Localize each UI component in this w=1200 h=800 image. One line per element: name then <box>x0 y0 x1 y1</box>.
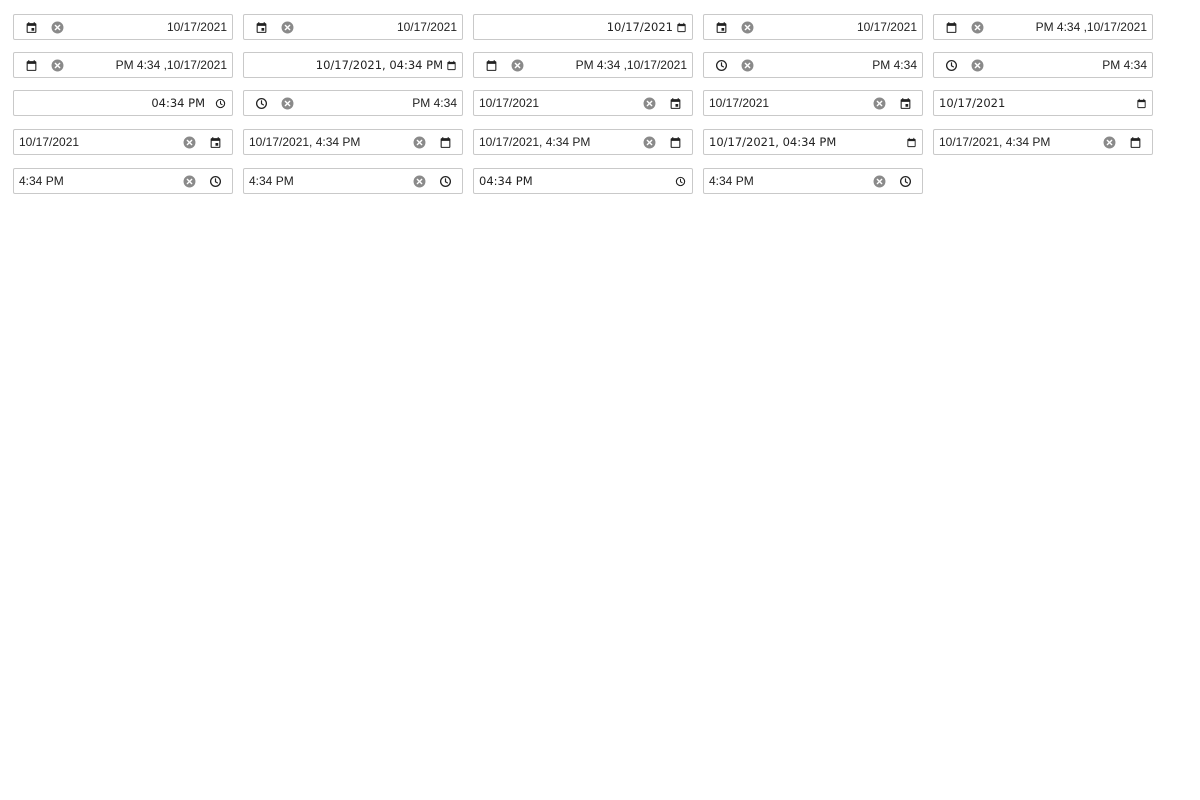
field-value: PM 4:34 <box>412 96 457 110</box>
clear-icon[interactable] <box>1100 133 1118 151</box>
calendar-today-icon[interactable] <box>252 18 270 36</box>
clear-icon[interactable] <box>278 94 296 112</box>
clear-icon[interactable] <box>410 133 428 151</box>
clock-icon[interactable] <box>712 56 730 74</box>
clear-icon[interactable] <box>410 172 428 190</box>
field-value: 10/17/2021 <box>939 96 1006 110</box>
native-date-input-rtl[interactable]: 10/17/2021 <box>473 14 693 40</box>
field-value: 10/17/2021 <box>166 20 227 34</box>
clear-icon[interactable] <box>508 56 526 74</box>
field-value: PM 4:34 ,10/17/2021 <box>575 58 687 72</box>
clear-icon[interactable] <box>180 133 198 151</box>
clock-icon[interactable] <box>213 94 227 112</box>
date-picker-ltr-3[interactable]: 10/17/2021 <box>13 129 233 155</box>
clock-icon[interactable] <box>436 172 454 190</box>
clock-icon[interactable] <box>896 172 914 190</box>
time-picker-ltr-1[interactable]: 4:34 PM <box>13 168 233 194</box>
calendar-icon[interactable] <box>1135 94 1147 112</box>
calendar-icon[interactable] <box>675 18 687 36</box>
calendar-today-icon[interactable] <box>712 18 730 36</box>
clock-icon[interactable] <box>942 56 960 74</box>
picker-row: 10/17/2021 10/17/2021, 4:34 PM 10/17/2021,… <box>13 129 1163 155</box>
time-picker-rtl-3[interactable]: PM 4:34 <box>243 90 463 116</box>
picker-row: 4:34 PM 4:34 PM 04:34 PM 4:34 PM <box>13 168 1163 194</box>
clear-icon[interactable] <box>870 94 888 112</box>
field-value: PM 4:34 <box>872 58 917 72</box>
field-value: 10/17/2021 <box>709 96 770 110</box>
native-datetime-input-ltr[interactable]: 10/17/2021, 04:34 PM <box>703 129 923 155</box>
picker-row: 10/17/2021 10/17/2021 10/17/2021 10/17/2021… <box>13 14 1163 40</box>
calendar-today-icon[interactable] <box>22 18 40 36</box>
calendar-today-icon[interactable] <box>896 94 914 112</box>
calendar-icon[interactable] <box>1126 133 1144 151</box>
field-value: 04:34 PM <box>151 96 205 110</box>
clock-icon[interactable] <box>673 172 687 190</box>
calendar-icon[interactable] <box>482 56 500 74</box>
datetime-picker-rtl-2[interactable]: PM 4:34 ,10/17/2021 <box>13 52 233 78</box>
calendar-today-icon[interactable] <box>666 94 684 112</box>
field-value: 10/17/2021 <box>479 96 540 110</box>
date-picker-ltr-2[interactable]: 10/17/2021 <box>703 90 923 116</box>
field-value: PM 4:34 <box>1102 58 1147 72</box>
field-value: 10/17/2021, 4:34 PM <box>939 135 1051 149</box>
clear-icon[interactable] <box>738 18 756 36</box>
calendar-icon[interactable] <box>445 56 457 74</box>
datetime-picker-rtl-1[interactable]: PM 4:34 ,10/17/2021 <box>933 14 1153 40</box>
calendar-today-icon[interactable] <box>206 133 224 151</box>
field-value: 10/17/2021 <box>19 135 80 149</box>
native-time-input-rtl[interactable]: 04:34 PM <box>13 90 233 116</box>
picker-row: PM 4:34 ,10/17/2021 10/17/2021, 04:34 PM P… <box>13 52 1163 78</box>
datetime-picker-ltr-1[interactable]: 10/17/2021, 4:34 PM <box>243 129 463 155</box>
clock-icon[interactable] <box>206 172 224 190</box>
time-picker-rtl-1[interactable]: PM 4:34 <box>703 52 923 78</box>
field-value: 10/17/2021, 4:34 PM <box>249 135 361 149</box>
clear-icon[interactable] <box>180 172 198 190</box>
datetime-picker-ltr-2[interactable]: 10/17/2021, 4:34 PM <box>473 129 693 155</box>
field-value: 4:34 PM <box>249 174 294 188</box>
clock-icon[interactable] <box>252 94 270 112</box>
field-value: 4:34 PM <box>709 174 754 188</box>
field-value: 10/17/2021 <box>396 20 457 34</box>
native-time-input-ltr[interactable]: 04:34 PM <box>473 168 693 194</box>
datetime-picker-ltr-3[interactable]: 10/17/2021, 4:34 PM <box>933 129 1153 155</box>
calendar-icon[interactable] <box>905 133 917 151</box>
clear-icon[interactable] <box>968 56 986 74</box>
field-value: 4:34 PM <box>19 174 64 188</box>
date-picker-rtl-2[interactable]: 10/17/2021 <box>243 14 463 40</box>
field-value: 10/17/2021, 4:34 PM <box>479 135 591 149</box>
date-picker-rtl-3[interactable]: 10/17/2021 <box>703 14 923 40</box>
picker-row: 04:34 PM PM 4:34 10/17/2021 10/17/2021 10/17… <box>13 90 1163 116</box>
calendar-icon[interactable] <box>666 133 684 151</box>
time-picker-rtl-2[interactable]: PM 4:34 <box>933 52 1153 78</box>
clear-icon[interactable] <box>640 133 658 151</box>
clear-icon[interactable] <box>968 18 986 36</box>
field-value: PM 4:34 ,10/17/2021 <box>1035 20 1147 34</box>
picker-grid: 10/17/2021 10/17/2021 10/17/2021 10/17/2021… <box>13 14 1163 206</box>
clear-icon[interactable] <box>48 18 66 36</box>
clear-icon[interactable] <box>870 172 888 190</box>
native-datetime-input-rtl[interactable]: 10/17/2021, 04:34 PM <box>243 52 463 78</box>
time-picker-ltr-2[interactable]: 4:34 PM <box>243 168 463 194</box>
clear-icon[interactable] <box>48 56 66 74</box>
clear-icon[interactable] <box>738 56 756 74</box>
native-date-input-ltr[interactable]: 10/17/2021 <box>933 90 1153 116</box>
field-value: 10/17/2021 <box>856 20 917 34</box>
calendar-icon[interactable] <box>436 133 454 151</box>
clear-icon[interactable] <box>278 18 296 36</box>
date-picker-rtl-1[interactable]: 10/17/2021 <box>13 14 233 40</box>
calendar-icon[interactable] <box>22 56 40 74</box>
date-picker-ltr-1[interactable]: 10/17/2021 <box>473 90 693 116</box>
field-value: 10/17/2021, 04:34 PM <box>709 135 837 149</box>
field-value: 10/17/2021, 04:34 PM <box>315 58 443 72</box>
field-value: PM 4:34 ,10/17/2021 <box>115 58 227 72</box>
field-value: 10/17/2021 <box>606 20 673 34</box>
field-value: 04:34 PM <box>479 174 533 188</box>
time-picker-ltr-3[interactable]: 4:34 PM <box>703 168 923 194</box>
datetime-picker-rtl-3[interactable]: PM 4:34 ,10/17/2021 <box>473 52 693 78</box>
clear-icon[interactable] <box>640 94 658 112</box>
calendar-icon[interactable] <box>942 18 960 36</box>
